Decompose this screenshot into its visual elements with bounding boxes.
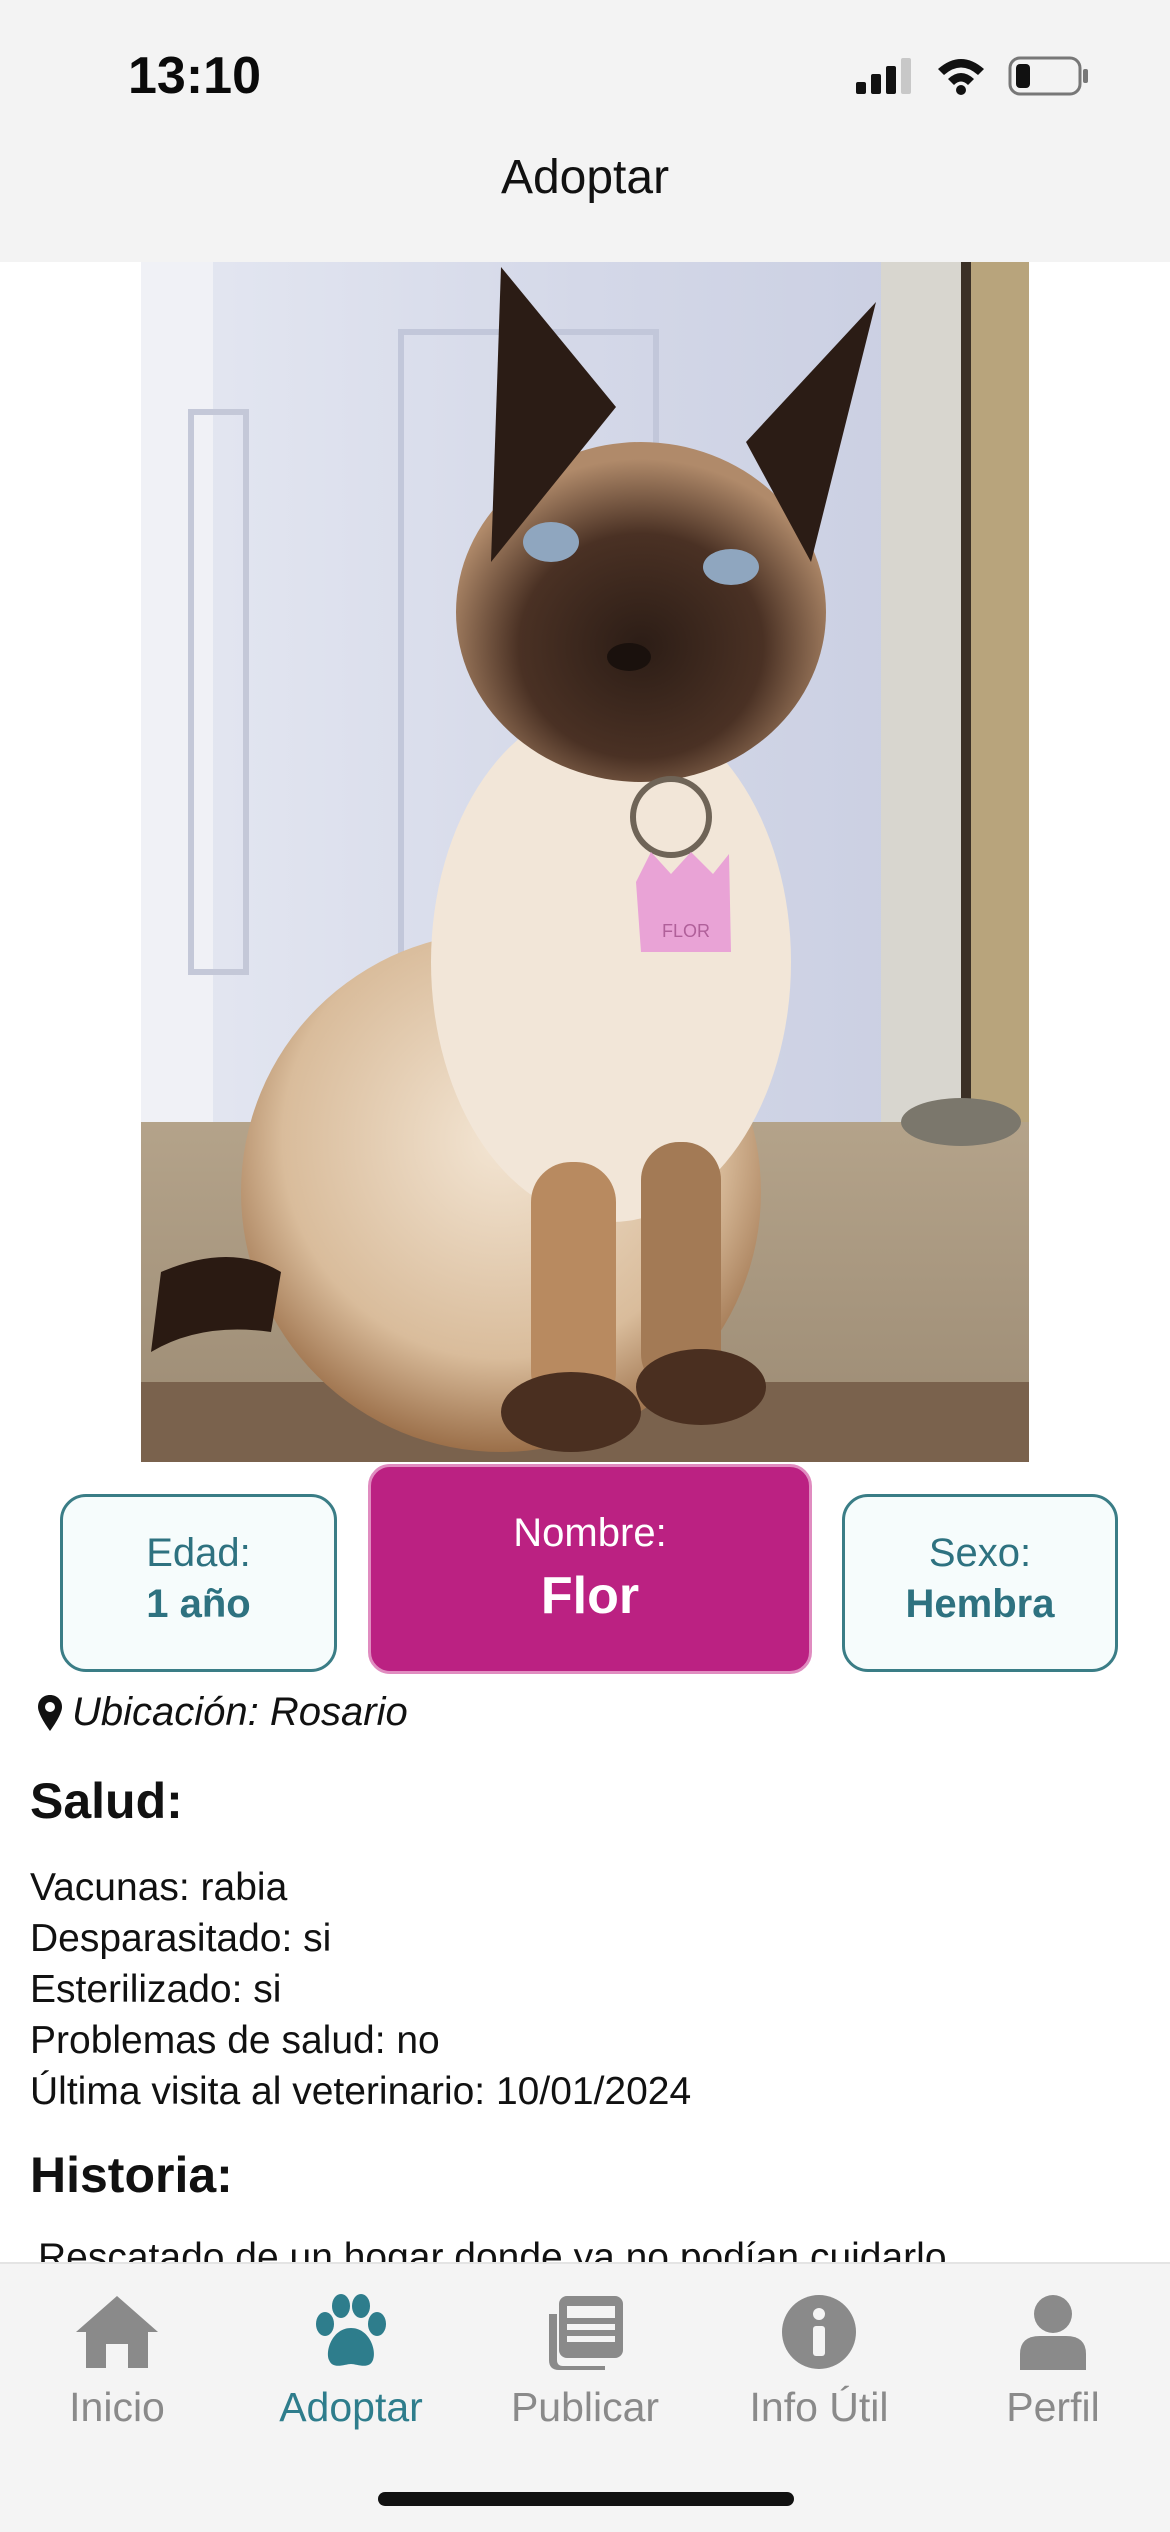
health-line-dewormed: Desparasitado: si bbox=[30, 1917, 332, 1960]
tab-perfil[interactable]: Perfil bbox=[936, 2294, 1170, 2431]
newspaper-icon bbox=[549, 2296, 623, 2370]
age-card: Edad: 1 año bbox=[60, 1494, 337, 1672]
page-title: Adoptar bbox=[500, 151, 670, 204]
health-heading: Salud: bbox=[30, 1773, 183, 1829]
tab-inicio[interactable]: Inicio bbox=[0, 2294, 234, 2431]
tab-publicar[interactable]: Publicar bbox=[468, 2294, 702, 2431]
location-text: Ubicación: Rosario bbox=[72, 1690, 408, 1734]
tab-label-info-util: Info Útil bbox=[749, 2384, 889, 2430]
health-line-sterilized: Esterilizado: si bbox=[30, 1968, 282, 2011]
tag-label: FLOR bbox=[662, 921, 710, 941]
home-icon bbox=[76, 2296, 158, 2368]
tab-label-publicar: Publicar bbox=[510, 2384, 660, 2430]
info-icon bbox=[782, 2295, 856, 2369]
battery-icon bbox=[1008, 56, 1088, 96]
status-time: 13:10 bbox=[128, 47, 261, 105]
name-card: Nombre: Flor bbox=[368, 1464, 812, 1674]
home-indicator[interactable] bbox=[378, 2492, 794, 2506]
cellular-signal-icon bbox=[856, 58, 911, 94]
age-label: Edad: bbox=[146, 1531, 251, 1575]
bottom-tab-bar: Inicio Adoptar Publicar Info Útil Perfil bbox=[0, 2262, 1170, 2532]
name-value: Flor bbox=[540, 1567, 640, 1625]
tab-label-perfil: Perfil bbox=[1006, 2384, 1100, 2430]
health-line-last-visit: Última visita al veterinario: 10/01/2024 bbox=[30, 2070, 692, 2113]
status-icons bbox=[856, 56, 1090, 96]
health-line-vaccines: Vacunas: rabia bbox=[30, 1866, 288, 1909]
tab-info-util[interactable]: Info Útil bbox=[702, 2294, 936, 2431]
health-details: Vacunas: rabia Desparasitado: si Esteril… bbox=[30, 1862, 691, 2117]
name-label: Nombre: bbox=[513, 1511, 667, 1555]
location-pin-icon bbox=[38, 1694, 62, 1731]
tab-label-inicio: Inicio bbox=[69, 2384, 165, 2430]
sex-label: Sexo: bbox=[928, 1531, 1032, 1575]
history-heading: Historia: bbox=[30, 2147, 233, 2203]
health-line-problems: Problemas de salud: no bbox=[30, 2019, 440, 2062]
pet-photo: FLOR bbox=[141, 262, 1029, 1462]
paw-icon bbox=[316, 2294, 386, 2366]
tab-label-adoptar: Adoptar bbox=[279, 2384, 423, 2430]
user-icon bbox=[1020, 2295, 1086, 2370]
sex-card: Sexo: Hembra bbox=[842, 1494, 1118, 1672]
tab-adoptar[interactable]: Adoptar bbox=[234, 2294, 468, 2431]
sex-value: Hembra bbox=[905, 1582, 1055, 1626]
age-value: 1 año bbox=[146, 1582, 251, 1626]
app-header: 13:10 Adoptar bbox=[0, 0, 1170, 262]
wifi-icon bbox=[938, 59, 984, 95]
location-row: Ubicación: Rosario bbox=[38, 1690, 408, 1735]
